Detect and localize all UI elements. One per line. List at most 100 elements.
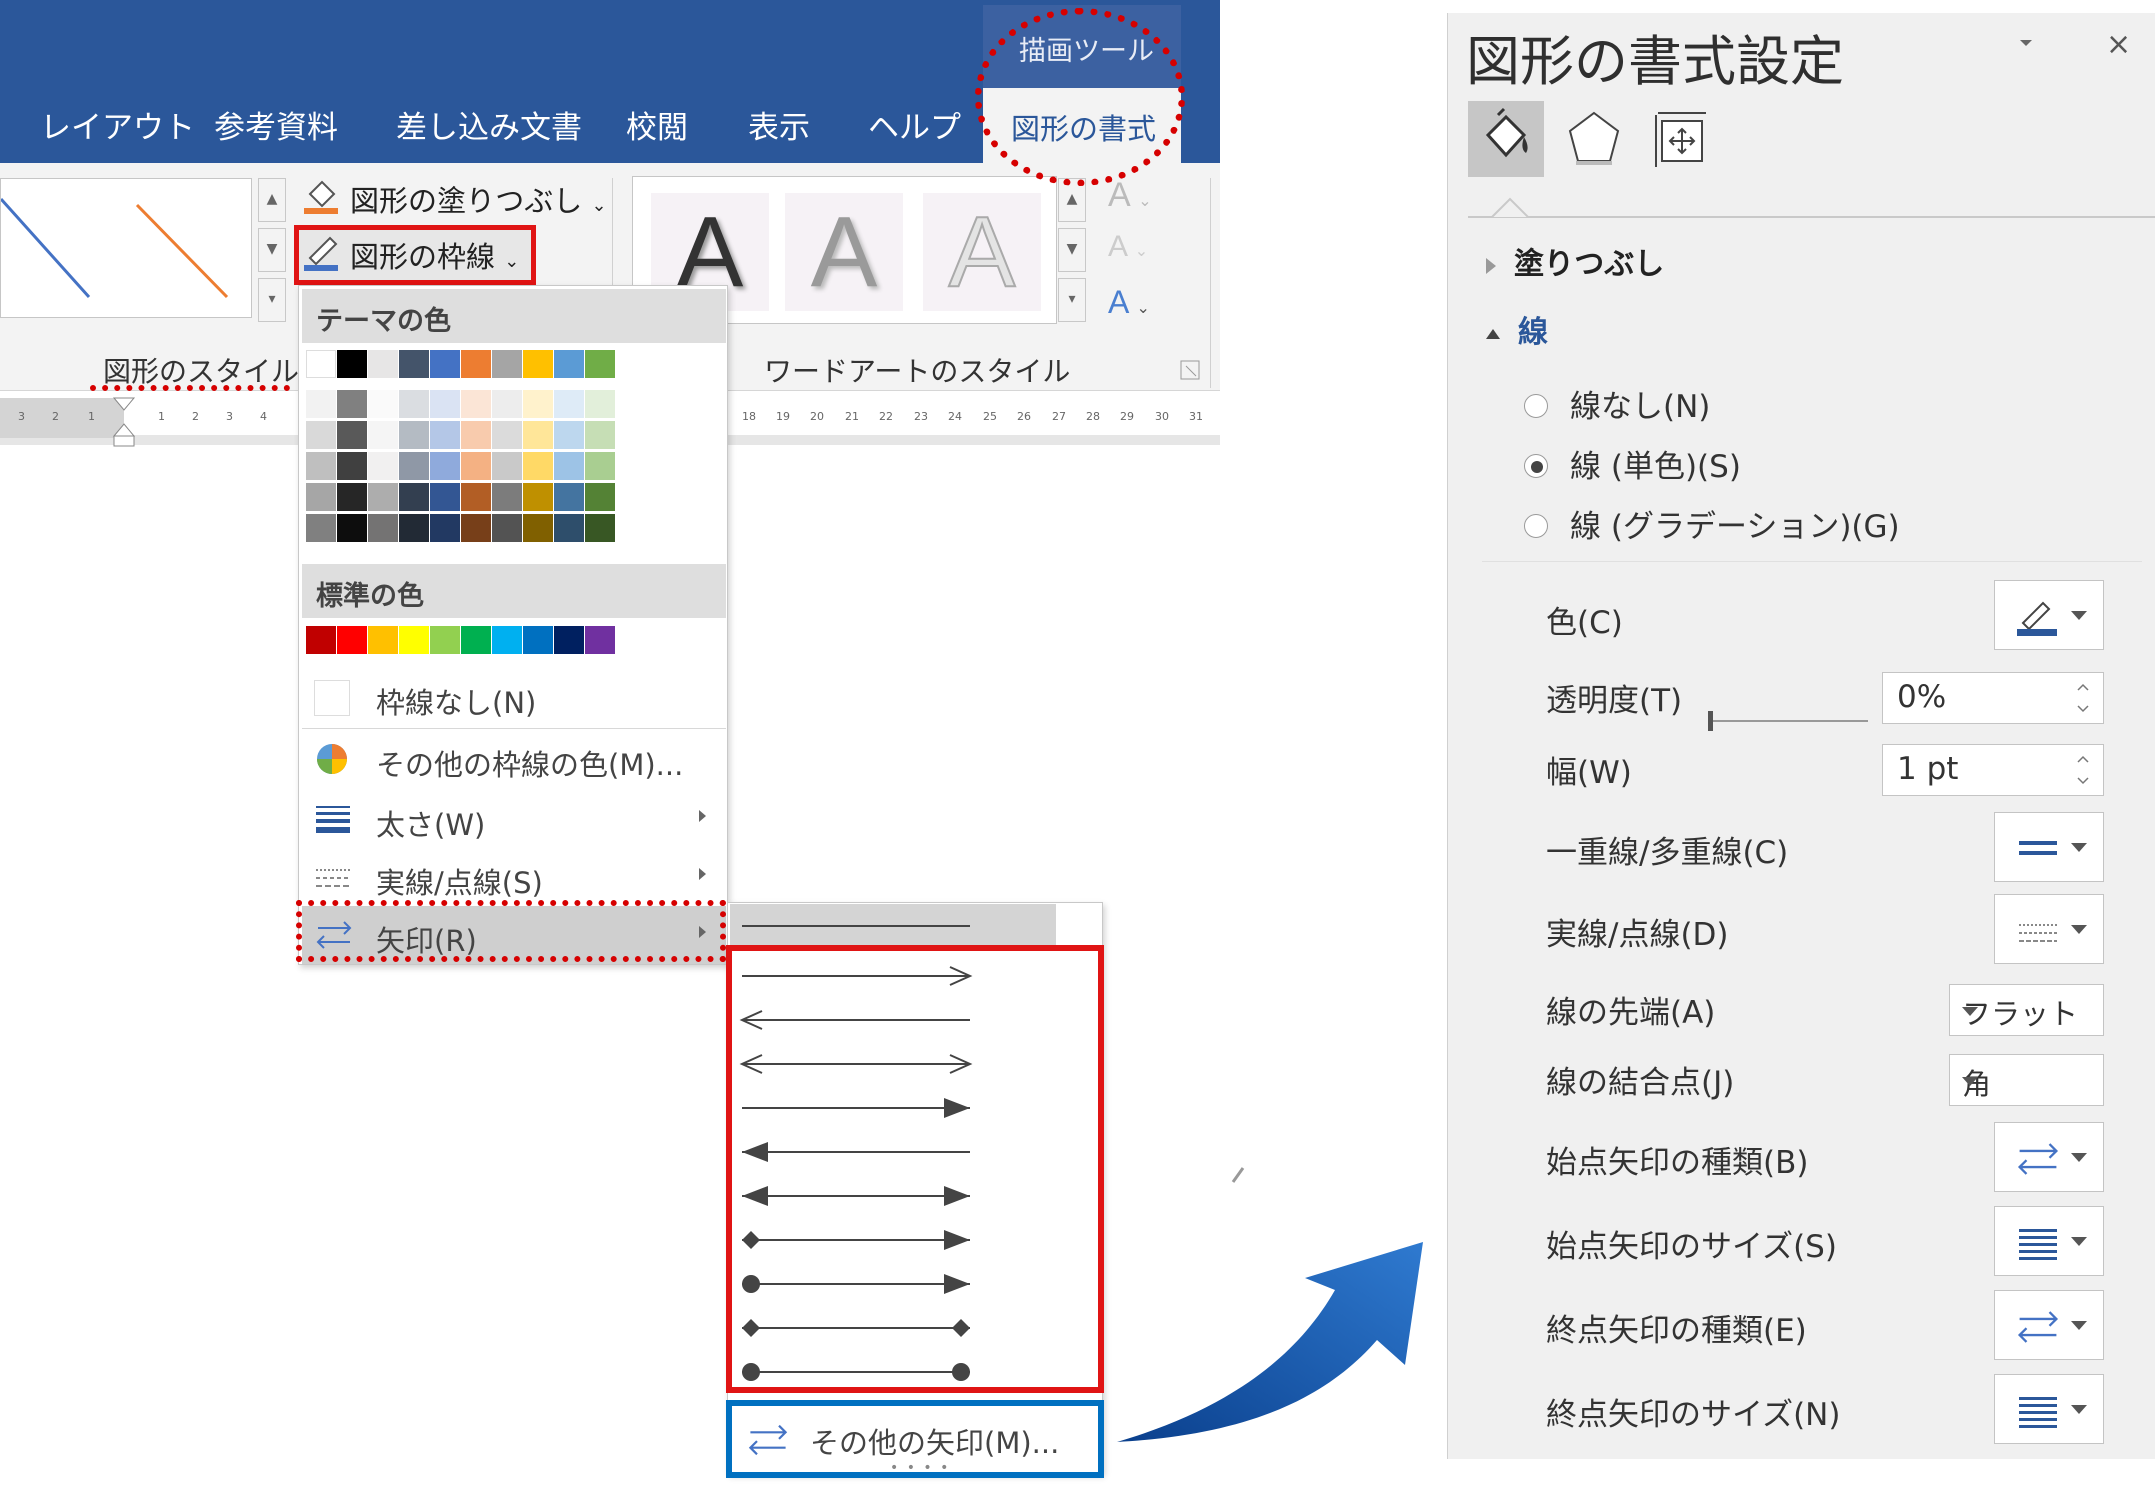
standard-color-swatch[interactable]: [585, 626, 615, 654]
theme-shade-swatch[interactable]: [523, 452, 553, 480]
standard-color-swatch[interactable]: [523, 626, 553, 654]
radio-gradient-line[interactable]: 線 (グラデーション)(G): [1524, 501, 1900, 546]
radio-button[interactable]: [1524, 453, 1548, 478]
spin-down-icon[interactable]: [2077, 705, 2089, 713]
theme-shade-swatch[interactable]: [368, 452, 398, 480]
theme-shade-swatch[interactable]: [585, 452, 615, 480]
theme-shade-swatch[interactable]: [430, 421, 460, 449]
theme-color-swatch[interactable]: [399, 350, 429, 378]
theme-shade-swatch[interactable]: [461, 390, 491, 418]
theme-color-swatch[interactable]: [306, 350, 336, 378]
wordart-style-3[interactable]: A: [923, 193, 1041, 311]
theme-shade-swatch[interactable]: [492, 483, 522, 511]
compound-type-picker[interactable]: [1994, 812, 2104, 882]
indent-marker-icon[interactable]: [112, 396, 136, 450]
tab-layout[interactable]: レイアウト: [40, 102, 195, 147]
weight-item[interactable]: 太さ(W): [302, 790, 726, 848]
line-section-header[interactable]: 線: [1486, 307, 1548, 351]
theme-shade-swatch[interactable]: [461, 483, 491, 511]
shape-style-gallery[interactable]: [0, 178, 252, 318]
spin-down-icon[interactable]: [2077, 777, 2089, 785]
size-properties-tab[interactable]: [1644, 101, 1720, 177]
standard-color-swatch[interactable]: [492, 626, 522, 654]
effects-tab[interactable]: [1556, 101, 1632, 177]
theme-shade-swatch[interactable]: [523, 421, 553, 449]
tab-view[interactable]: 表示: [748, 102, 810, 147]
theme-shade-swatch[interactable]: [306, 452, 336, 480]
theme-shade-swatch[interactable]: [430, 390, 460, 418]
transparency-slider[interactable]: [1708, 709, 1868, 733]
transparency-spinner[interactable]: 0%: [1882, 672, 2104, 724]
spin-up-icon[interactable]: [2077, 683, 2089, 691]
theme-shade-swatch[interactable]: [399, 514, 429, 542]
no-outline-item[interactable]: 枠線なし(N): [302, 668, 726, 726]
standard-color-swatch[interactable]: [399, 626, 429, 654]
theme-shade-swatch[interactable]: [399, 421, 429, 449]
end-arrow-size-picker[interactable]: [1994, 1374, 2104, 1444]
radio-solid-line[interactable]: 線 (単色)(S): [1524, 441, 1741, 486]
theme-shade-swatch[interactable]: [554, 390, 584, 418]
theme-shade-swatch[interactable]: [306, 421, 336, 449]
theme-shade-swatch[interactable]: [368, 483, 398, 511]
line-color-picker[interactable]: [1994, 580, 2104, 650]
theme-shade-swatch[interactable]: [461, 421, 491, 449]
theme-color-swatch[interactable]: [523, 350, 553, 378]
theme-shade-swatch[interactable]: [523, 390, 553, 418]
theme-shade-swatch[interactable]: [337, 390, 367, 418]
dashes-item[interactable]: 実線/点線(S): [302, 848, 726, 906]
theme-shade-swatch[interactable]: [585, 483, 615, 511]
theme-shade-swatch[interactable]: [337, 483, 367, 511]
theme-color-swatch[interactable]: [461, 350, 491, 378]
theme-color-swatch[interactable]: [492, 350, 522, 378]
text-outline-icon[interactable]: A ⌄: [1108, 230, 1148, 264]
standard-color-swatch[interactable]: [554, 626, 584, 654]
theme-shade-swatch[interactable]: [306, 483, 336, 511]
theme-shade-swatch[interactable]: [492, 390, 522, 418]
theme-shade-swatch[interactable]: [554, 452, 584, 480]
theme-shade-swatch[interactable]: [306, 514, 336, 542]
close-icon[interactable]: ×: [2106, 27, 2131, 62]
begin-arrow-size-picker[interactable]: [1994, 1206, 2104, 1276]
theme-shade-swatch[interactable]: [368, 421, 398, 449]
text-effects-icon[interactable]: A ⌄: [1108, 284, 1150, 321]
theme-shade-swatch[interactable]: [430, 452, 460, 480]
begin-arrow-type-picker[interactable]: [1994, 1122, 2104, 1192]
arrow-style-plain[interactable]: [730, 904, 1056, 948]
wordart-scroll-down[interactable]: ▼: [1058, 228, 1086, 272]
theme-color-swatch[interactable]: [368, 350, 398, 378]
standard-color-swatch[interactable]: [337, 626, 367, 654]
theme-shade-swatch[interactable]: [585, 390, 615, 418]
radio-button[interactable]: [1524, 393, 1548, 418]
fill-section-header[interactable]: 塗りつぶし: [1486, 239, 1664, 283]
theme-shade-swatch[interactable]: [368, 514, 398, 542]
theme-shade-swatch[interactable]: [585, 514, 615, 542]
theme-shade-swatch[interactable]: [523, 514, 553, 542]
theme-shade-swatch[interactable]: [585, 421, 615, 449]
wordart-more[interactable]: ▾: [1058, 278, 1086, 322]
text-fill-icon[interactable]: A ⌄: [1108, 176, 1152, 215]
spin-up-icon[interactable]: [2077, 755, 2089, 763]
theme-shade-swatch[interactable]: [399, 483, 429, 511]
theme-color-swatch[interactable]: [430, 350, 460, 378]
theme-shade-swatch[interactable]: [461, 452, 491, 480]
theme-shade-swatch[interactable]: [368, 390, 398, 418]
standard-color-swatch[interactable]: [461, 626, 491, 654]
theme-shade-swatch[interactable]: [430, 483, 460, 511]
resize-grip-icon[interactable]: • • • •: [890, 1460, 950, 1476]
wordart-style-2[interactable]: A: [785, 193, 903, 311]
dialog-launcher-icon[interactable]: [1180, 360, 1200, 380]
fill-command[interactable]: 図形の塗りつぶし ⌄: [350, 178, 607, 220]
theme-shade-swatch[interactable]: [399, 390, 429, 418]
theme-shade-swatch[interactable]: [554, 421, 584, 449]
width-spinner[interactable]: 1 pt: [1882, 744, 2104, 796]
theme-color-swatch[interactable]: [337, 350, 367, 378]
tab-review[interactable]: 校閲: [626, 102, 688, 147]
theme-shade-swatch[interactable]: [492, 421, 522, 449]
more-outline-colors-item[interactable]: その他の枠線の色(M)...: [302, 730, 726, 788]
radio-button[interactable]: [1524, 513, 1548, 538]
theme-shade-swatch[interactable]: [461, 514, 491, 542]
tab-references[interactable]: 参考資料: [214, 102, 338, 147]
theme-shade-swatch[interactable]: [337, 421, 367, 449]
tab-mailings[interactable]: 差し込み文書: [396, 102, 582, 147]
join-type-select[interactable]: 角: [1949, 1054, 2104, 1106]
